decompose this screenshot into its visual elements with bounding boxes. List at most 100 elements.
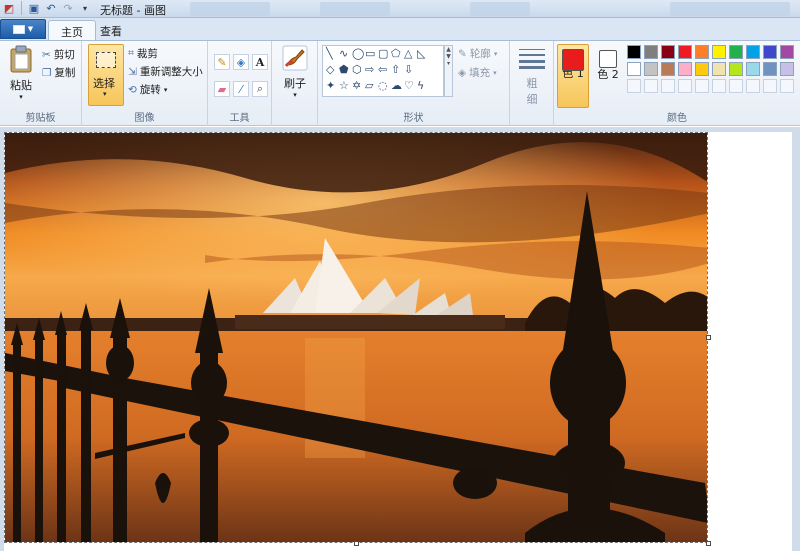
select-button[interactable]: 选择 ▾ xyxy=(88,44,124,106)
crop-button[interactable]: ⌗ 裁剪 xyxy=(128,46,158,61)
cloud-callout-shape-icon[interactable]: ☁ xyxy=(391,80,402,92)
polygon-shape-icon[interactable]: ⬠ xyxy=(391,48,401,60)
resize-handle-bottom[interactable] xyxy=(354,541,359,546)
palette-swatch[interactable] xyxy=(644,45,658,59)
rounded-rect-shape-icon[interactable]: ▢ xyxy=(378,48,388,60)
size-label-line2: 细 xyxy=(526,93,538,106)
palette-swatch[interactable] xyxy=(780,79,794,93)
color2-button[interactable]: 颜 色 2 xyxy=(594,44,622,82)
palette-swatch[interactable] xyxy=(644,62,658,76)
palette-swatch[interactable] xyxy=(780,62,794,76)
palette-swatch[interactable] xyxy=(729,45,743,59)
palette-swatch[interactable] xyxy=(627,45,641,59)
shapes-gallery[interactable]: ╲ ∿ ◯ ▭ ▢ ⬠ △ ◺ ◇ ⬟ ⬡ ⇨ ⇦ ⇧ ⇩ ✦ ☆ ✡ ▱ ◌ … xyxy=(322,45,444,97)
palette-swatch[interactable] xyxy=(627,79,641,93)
palette-swatch[interactable] xyxy=(746,79,760,93)
palette-swatch[interactable] xyxy=(712,79,726,93)
line-shape-icon[interactable]: ╲ xyxy=(326,48,333,60)
rect-callout-shape-icon[interactable]: ▱ xyxy=(365,80,373,92)
eraser-tool[interactable]: ▰ xyxy=(214,81,230,97)
size-group: 粗 细 xyxy=(510,41,554,126)
paste-button[interactable]: 粘贴 ▾ xyxy=(6,45,36,101)
resize-handle-corner[interactable] xyxy=(706,541,711,546)
pentagon-shape-icon[interactable]: ⬟ xyxy=(339,64,349,76)
up-arrow-shape-icon[interactable]: ⇧ xyxy=(391,64,400,76)
window-title: 无标题 - 画图 xyxy=(100,4,166,17)
palette-swatch[interactable] xyxy=(780,45,794,59)
select-dropdown-icon: ▾ xyxy=(103,90,107,98)
paint-app-icon[interactable]: ◩ xyxy=(2,1,16,15)
palette-swatch[interactable] xyxy=(763,45,777,59)
crop-icon: ⌗ xyxy=(128,47,134,59)
palette-swatch[interactable] xyxy=(627,62,641,76)
palette-swatch[interactable] xyxy=(729,79,743,93)
eraser-icon: ▰ xyxy=(217,82,227,96)
save-icon[interactable]: ▣ xyxy=(27,1,41,15)
palette-swatch[interactable] xyxy=(746,45,760,59)
rotate-button[interactable]: ⟲ 旋转 ▾ xyxy=(128,82,167,97)
color1-button[interactable]: 颜 色 1 xyxy=(557,44,589,108)
palette-swatch[interactable] xyxy=(695,45,709,59)
lightning-shape-icon[interactable]: ϟ xyxy=(417,80,424,92)
palette-swatch[interactable] xyxy=(661,45,675,59)
oval-callout-shape-icon[interactable]: ◌ xyxy=(378,80,388,92)
palette-swatch[interactable] xyxy=(763,62,777,76)
palette-swatch[interactable] xyxy=(678,45,692,59)
tab-view[interactable]: 查看 xyxy=(88,20,134,40)
four-point-star-shape-icon[interactable]: ✦ xyxy=(326,80,335,92)
palette-swatch[interactable] xyxy=(644,79,658,93)
copy-button[interactable]: ❐ 复制 xyxy=(42,65,75,80)
cut-button[interactable]: ✂ 剪切 xyxy=(42,47,75,62)
five-point-star-shape-icon[interactable]: ☆ xyxy=(339,80,349,92)
shapes-gallery-scroll[interactable]: ▲ ▼ ▾ xyxy=(444,45,453,97)
six-point-star-shape-icon[interactable]: ✡ xyxy=(352,80,361,92)
down-arrow-shape-icon[interactable]: ⇩ xyxy=(404,64,413,76)
undo-icon[interactable]: ↶ xyxy=(44,1,58,15)
title-bar: ◩ ▣ ↶ ↷ ▾ 无标题 - 画图 xyxy=(0,0,800,18)
resize-handle-right[interactable] xyxy=(706,335,711,340)
curve-shape-icon[interactable]: ∿ xyxy=(339,48,348,60)
oval-shape-icon[interactable]: ◯ xyxy=(352,48,364,60)
palette-swatch[interactable] xyxy=(729,62,743,76)
palette-swatch[interactable] xyxy=(746,62,760,76)
size-button[interactable]: 粗 细 xyxy=(516,47,548,107)
redo-icon[interactable]: ↷ xyxy=(61,1,75,15)
palette-swatch[interactable] xyxy=(712,62,726,76)
palette-swatch[interactable] xyxy=(712,45,726,59)
rotate-dropdown-icon: ▾ xyxy=(163,85,168,94)
palette-swatch[interactable] xyxy=(678,62,692,76)
file-menu-button[interactable]: ▼ xyxy=(0,19,46,39)
palette-swatch[interactable] xyxy=(661,62,675,76)
hexagon-shape-icon[interactable]: ⬡ xyxy=(352,64,362,76)
color2-label-line2: 色 2 xyxy=(597,68,619,81)
rectangle-shape-icon[interactable]: ▭ xyxy=(365,48,375,60)
palette-swatch[interactable] xyxy=(695,62,709,76)
brushes-button[interactable]: 刷子 ▾ xyxy=(280,45,310,99)
outline-button[interactable]: ✎ 轮廓 ▾ xyxy=(458,46,497,61)
resize-button[interactable]: ⇲ 重新调整大小 xyxy=(128,64,203,79)
qat-separator xyxy=(21,1,22,15)
resize-label: 重新调整大小 xyxy=(139,66,203,78)
pencil-icon: ✎ xyxy=(217,55,227,69)
magnifier-tool[interactable]: ⌕ xyxy=(252,81,268,97)
color-picker-tool[interactable]: ⁄ xyxy=(233,81,249,97)
left-arrow-shape-icon[interactable]: ⇦ xyxy=(378,64,387,76)
triangle-shape-icon[interactable]: △ xyxy=(404,48,412,60)
palette-swatch[interactable] xyxy=(695,79,709,93)
right-arrow-shape-icon[interactable]: ⇨ xyxy=(365,64,374,76)
palette-swatch[interactable] xyxy=(763,79,777,93)
palette-swatch[interactable] xyxy=(678,79,692,93)
canvas-image[interactable] xyxy=(4,132,708,543)
fill-button[interactable]: ◈ 填充 ▾ xyxy=(458,65,497,80)
paste-dropdown-icon: ▾ xyxy=(19,93,23,101)
fill-tool[interactable]: ◈ xyxy=(233,54,249,70)
size-label-line1: 粗 xyxy=(526,77,538,90)
heart-shape-icon[interactable]: ♡ xyxy=(404,80,414,92)
palette-swatch[interactable] xyxy=(661,79,675,93)
diamond-shape-icon[interactable]: ◇ xyxy=(326,64,334,76)
text-tool[interactable]: A xyxy=(252,54,268,70)
pencil-tool[interactable]: ✎ xyxy=(214,54,230,70)
customize-qat-icon[interactable]: ▾ xyxy=(78,1,92,15)
rotate-label: 旋转 xyxy=(139,84,161,96)
right-triangle-shape-icon[interactable]: ◺ xyxy=(417,48,425,60)
